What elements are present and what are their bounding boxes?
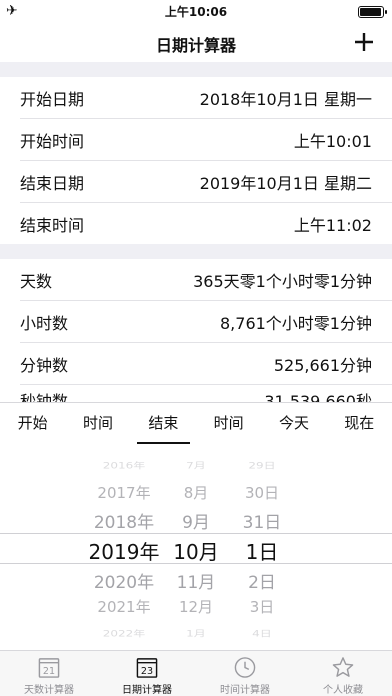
end-date-value: 2019年10月1日 星期二 bbox=[199, 173, 372, 193]
picker-days-item[interactable]: 2日 bbox=[232, 568, 292, 593]
end-time-row[interactable]: 结束时间 上午11:02 bbox=[0, 203, 392, 244]
minutes-result-row: 分钟数 525,661分钟 bbox=[0, 343, 392, 384]
end-date-row[interactable]: 结束日期 2019年10月1日 星期二 bbox=[0, 161, 392, 202]
picker-months-item[interactable]: 9月 bbox=[166, 508, 226, 533]
picker-years-item[interactable]: 2020年 bbox=[79, 568, 169, 593]
picker-years-item[interactable]: 2016年 bbox=[79, 459, 169, 471]
calendar-icon-number: 21 bbox=[43, 666, 55, 677]
minutes-value: 525,661分钟 bbox=[273, 355, 372, 375]
tab-label: 日期计算器 bbox=[122, 685, 172, 696]
segment-2[interactable]: 结束 bbox=[131, 403, 196, 445]
calendar-icon-number: 23 bbox=[141, 666, 153, 677]
battery-icon bbox=[358, 6, 387, 18]
seconds-label: 秒钟数 bbox=[20, 392, 69, 402]
picker-years-item[interactable]: 2018年 bbox=[79, 508, 169, 533]
nav-bar: 日期计算器 bbox=[0, 22, 392, 62]
picker-months-item[interactable]: 7月 bbox=[166, 459, 226, 471]
days-value: 365天零1个小时零1分钟 bbox=[193, 271, 372, 291]
segment-1[interactable]: 时间 bbox=[65, 403, 130, 445]
start-date-value: 2018年10月1日 星期一 bbox=[199, 89, 372, 109]
picker-years-item[interactable]: 2017年 bbox=[79, 482, 169, 503]
clock-icon bbox=[234, 657, 256, 678]
status-bar: ✈ 上午10:06 bbox=[0, 0, 392, 22]
tab-label: 天数计算器 bbox=[24, 685, 74, 696]
calendar-icon: 23 bbox=[136, 658, 158, 678]
end-time-value: 上午11:02 bbox=[293, 215, 372, 235]
picker-years-item[interactable]: 2022年 bbox=[79, 627, 169, 639]
picker-selection-top bbox=[0, 533, 392, 534]
page-title: 日期计算器 bbox=[155, 36, 236, 55]
picker-days-item[interactable]: 1日 bbox=[232, 536, 292, 565]
plus-icon bbox=[355, 33, 373, 51]
picker-months-item[interactable]: 12月 bbox=[166, 596, 226, 617]
date-picker[interactable]: 2016年 2017年 2018年 2019年 2020年 2021年 2022年 7月 8月 9… bbox=[0, 445, 392, 650]
picker-months-item[interactable]: 11月 bbox=[166, 568, 226, 593]
tab-3[interactable]: 个人收藏 bbox=[294, 651, 392, 696]
tab-1[interactable]: 23 日期计算器 bbox=[98, 651, 196, 696]
hours-label: 小时数 bbox=[20, 313, 69, 333]
start-time-row[interactable]: 开始时间 上午10:01 bbox=[0, 119, 392, 160]
end-time-label: 结束时间 bbox=[20, 215, 85, 235]
start-time-label: 开始时间 bbox=[20, 131, 85, 151]
hours-value: 8,761个小时零1分钟 bbox=[220, 313, 372, 333]
segment-0[interactable]: 开始 bbox=[0, 403, 65, 445]
tab-label: 个人收藏 bbox=[323, 685, 363, 696]
picker-years-item[interactable]: 2019年 bbox=[79, 536, 169, 565]
tab-0[interactable]: 21 天数计算器 bbox=[0, 651, 98, 696]
picker-months-item[interactable]: 10月 bbox=[166, 536, 226, 565]
start-time-value: 上午10:01 bbox=[293, 131, 372, 151]
end-date-label: 结束日期 bbox=[20, 173, 85, 193]
add-button[interactable] bbox=[348, 22, 380, 62]
status-time: 上午10:06 bbox=[164, 5, 228, 19]
days-label: 天数 bbox=[20, 271, 53, 291]
segment-4[interactable]: 今天 bbox=[261, 403, 326, 445]
picker-years-item[interactable]: 2021年 bbox=[79, 596, 169, 617]
picker-months-item[interactable]: 1月 bbox=[166, 627, 226, 639]
picker-days-item[interactable]: 29日 bbox=[232, 459, 292, 471]
picker-days-item[interactable]: 31日 bbox=[232, 508, 292, 533]
tab-label: 时间计算器 bbox=[220, 685, 270, 696]
picker-months-item[interactable]: 8月 bbox=[166, 482, 226, 503]
star-icon bbox=[332, 657, 354, 677]
start-date-row[interactable]: 开始日期 2018年10月1日 星期一 bbox=[0, 77, 392, 118]
tab-2[interactable]: 时间计算器 bbox=[196, 651, 294, 696]
section-separator bbox=[0, 244, 392, 259]
calendar-icon: 21 bbox=[38, 658, 60, 678]
tab-bar: 21 天数计算器 23 日期计算器 时间计算器 个人收藏 bbox=[0, 650, 392, 696]
hours-result-row: 小时数 8,761个小时零1分钟 bbox=[0, 301, 392, 342]
segment-3[interactable]: 时间 bbox=[196, 403, 261, 445]
seconds-value: 31,539,660秒 bbox=[264, 392, 372, 402]
minutes-label: 分钟数 bbox=[20, 355, 69, 375]
field-selector: 开始 时间 结束 时间 今天 现在 bbox=[0, 402, 392, 445]
picker-days-item[interactable]: 4日 bbox=[232, 627, 292, 639]
picker-days-item[interactable]: 30日 bbox=[232, 482, 292, 503]
seconds-result-row: 秒钟数 31,539,660秒 bbox=[0, 385, 392, 402]
days-result-row: 天数 365天零1个小时零1分钟 bbox=[0, 259, 392, 300]
segment-5[interactable]: 现在 bbox=[327, 403, 392, 445]
start-date-label: 开始日期 bbox=[20, 89, 85, 109]
picker-days-item[interactable]: 3日 bbox=[232, 596, 292, 617]
section-separator bbox=[0, 62, 392, 77]
